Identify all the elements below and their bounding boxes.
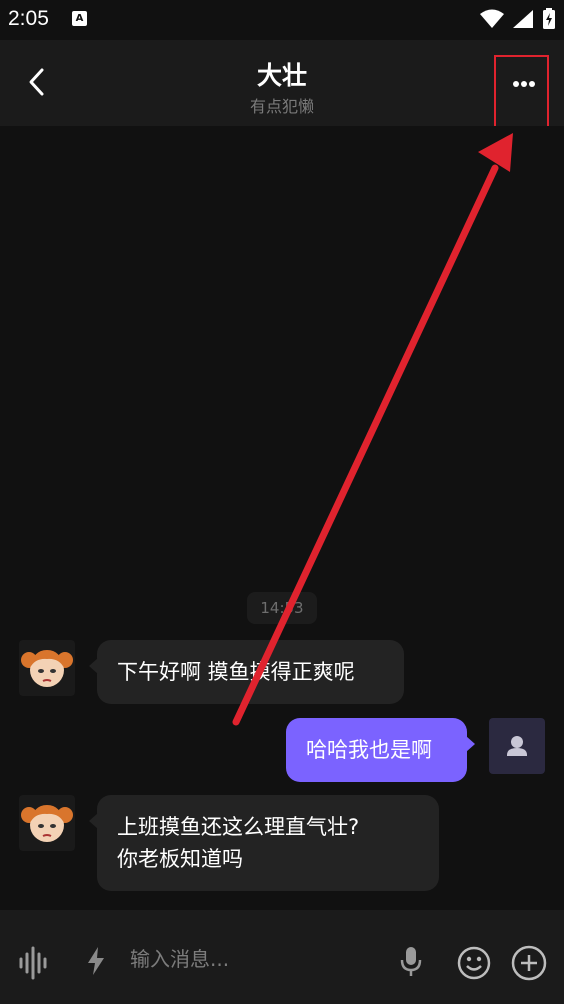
add-icon[interactable] (511, 945, 547, 981)
message-input[interactable]: 输入消息... (130, 943, 229, 972)
cartoon-girl-avatar (21, 805, 73, 842)
battery-charging-icon (543, 8, 555, 29)
a-badge-icon: A (72, 11, 87, 26)
message-bubble-received[interactable]: 上班摸鱼还这么理直气壮? 你老板知道吗 (89, 795, 439, 891)
wifi-icon (480, 9, 504, 28)
message-text: 哈哈我也是啊 (306, 738, 432, 762)
status-bar: 2:05 A (0, 0, 564, 40)
contact-avatar[interactable] (19, 640, 75, 696)
signal-icon (513, 10, 533, 28)
input-bar: 输入消息... (0, 910, 564, 1004)
chat-header: 大壮 有点犯懒 (0, 40, 564, 128)
status-icons (480, 8, 556, 30)
message-bubble-received[interactable]: 下午好啊 摸鱼摸得正爽呢 (89, 640, 404, 704)
chat-area[interactable]: 14:53 下午好啊 摸鱼摸得正爽呢 哈哈我也是啊 上班摸鱼还这么理直气壮? 你… (0, 126, 564, 910)
message-text: 你老板知道吗 (117, 847, 243, 871)
emoji-icon[interactable] (457, 946, 491, 980)
chat-title: 大壮 (256, 61, 307, 90)
voice-wave-icon[interactable] (18, 946, 50, 980)
lightning-icon[interactable] (86, 946, 106, 976)
message-text: 上班摸鱼还这么理直气壮? (117, 815, 360, 839)
message-bubble-sent[interactable]: 哈哈我也是啊 (286, 718, 475, 782)
default-user-avatar (507, 736, 527, 756)
message-timestamp: 14:53 (247, 592, 317, 624)
chat-subtitle: 有点犯懒 (249, 97, 314, 116)
cartoon-girl-avatar (21, 650, 73, 687)
microphone-icon[interactable] (400, 946, 422, 978)
my-avatar[interactable] (489, 718, 545, 774)
more-options-button[interactable] (494, 55, 549, 128)
status-time: 2:05 (8, 7, 49, 30)
contact-avatar[interactable] (19, 795, 75, 851)
message-text: 下午好啊 摸鱼摸得正爽呢 (117, 660, 355, 684)
